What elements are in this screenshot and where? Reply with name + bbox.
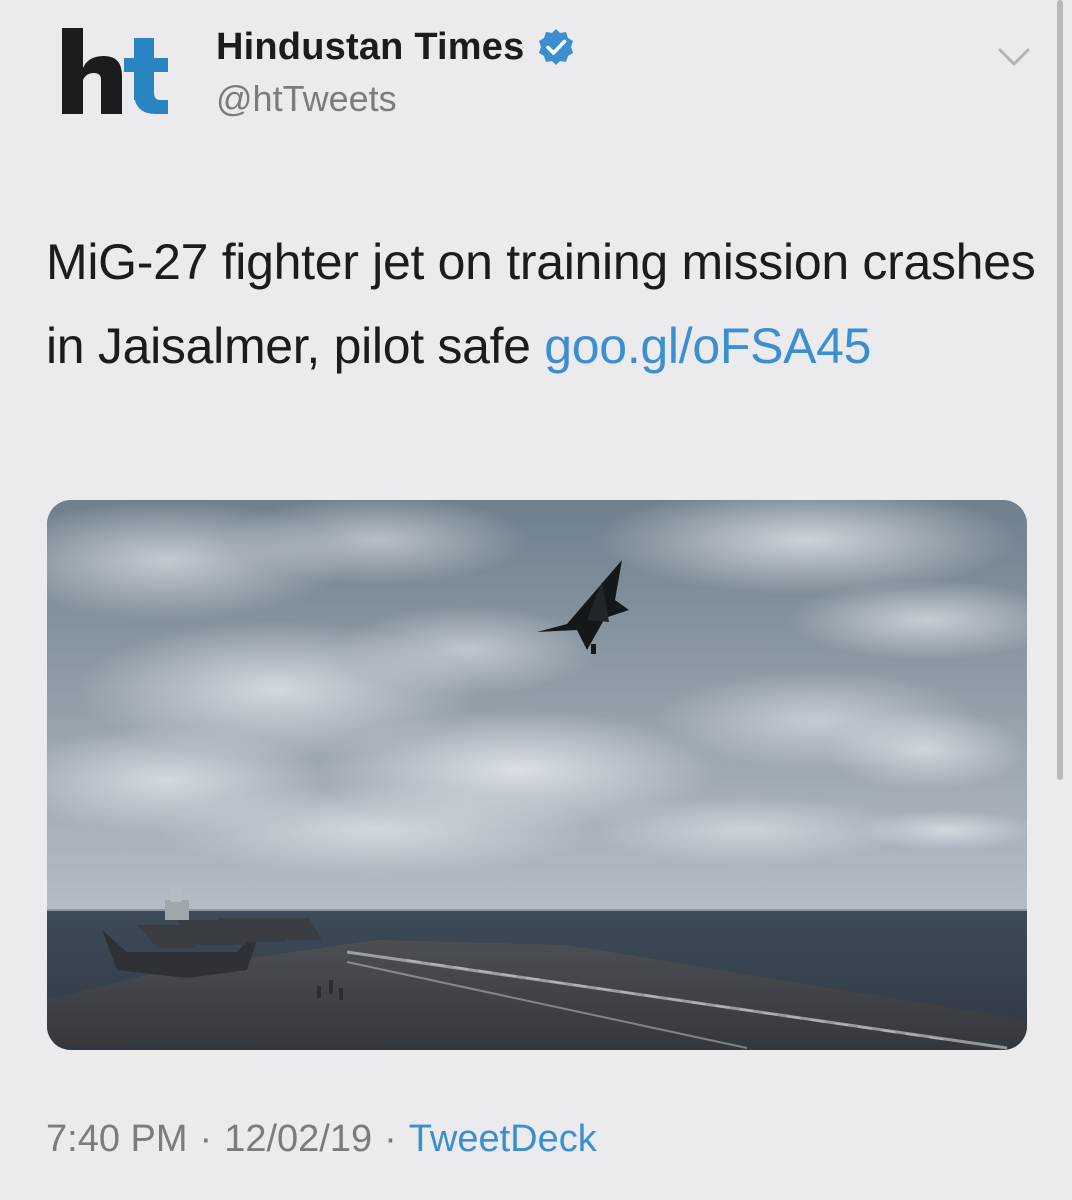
avatar[interactable] — [48, 22, 184, 126]
tweet-text-body: MiG-27 fighter jet on training mission c… — [46, 234, 1036, 374]
tweet-time[interactable]: 7:40 PM — [46, 1118, 188, 1160]
scrollbar[interactable] — [1057, 0, 1063, 780]
handle[interactable]: @htTweets — [216, 78, 576, 120]
tweet-card: Hindustan Times @htTweets MiG-27 fighter… — [0, 0, 1072, 1200]
tweet-date[interactable]: 12/02/19 — [224, 1118, 372, 1160]
tweet-meta: 7:40 PM · 12/02/19 · TweetDeck — [46, 1118, 597, 1161]
photo-fighter-jet-over-aircraft-carrier — [47, 500, 1027, 1050]
ht-logo — [62, 28, 168, 114]
tweet-source-link[interactable]: TweetDeck — [409, 1118, 597, 1160]
tweet-text: MiG-27 fighter jet on training mission c… — [46, 220, 1036, 388]
meta-separator: · — [384, 1118, 397, 1160]
user-block[interactable]: Hindustan Times @htTweets — [216, 22, 576, 120]
display-name[interactable]: Hindustan Times — [216, 26, 524, 69]
chevron-down-icon[interactable] — [994, 42, 1034, 72]
tweet-link[interactable]: goo.gl/oFSA45 — [544, 318, 871, 374]
display-name-row: Hindustan Times — [216, 22, 576, 72]
media-photo[interactable] — [47, 500, 1027, 1050]
verified-badge-icon — [536, 27, 576, 67]
meta-separator: · — [199, 1118, 213, 1160]
